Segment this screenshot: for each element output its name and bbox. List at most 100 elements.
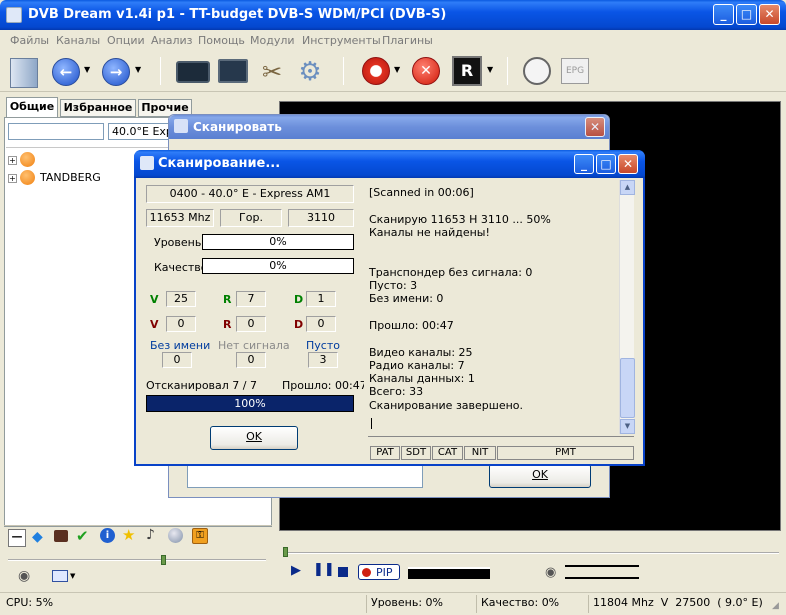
table-tab-sdt[interactable]: SDT <box>401 446 431 460</box>
satellite-orange-icon <box>20 152 35 167</box>
channel-list-icon[interactable] <box>10 58 38 88</box>
quality-bar: 0% <box>202 258 354 274</box>
menu-files[interactable]: Файлы <box>10 34 49 47</box>
menu-analysis[interactable]: Анализ <box>151 34 193 47</box>
scan-setup-title-bar[interactable]: Сканировать ✕ <box>169 115 609 139</box>
star-icon[interactable]: ★ <box>122 526 135 544</box>
resize-grip-icon[interactable]: ◢ <box>772 601 779 611</box>
quality-status: Качество: 0% <box>476 595 586 613</box>
close-button[interactable]: ✕ <box>759 4 780 25</box>
recorder-icon[interactable]: R <box>452 56 482 86</box>
symbol-rate-display: 3110 <box>288 209 354 227</box>
scan-setup-textarea[interactable] <box>187 464 423 488</box>
scanning-dialog: Сканирование... _ □ ✕ 0400 - 40.0° E - E… <box>134 150 645 466</box>
scroll-thumb[interactable] <box>620 358 635 418</box>
menu-plugins[interactable]: Плагины <box>382 34 433 47</box>
log-separator <box>368 436 634 437</box>
expand-icon[interactable]: + <box>8 156 17 165</box>
table-tab-nit[interactable]: NIT <box>464 446 496 460</box>
log-scrollbar[interactable]: ▲ ▼ <box>619 180 635 434</box>
volume-bars[interactable] <box>565 565 639 579</box>
scroll-down-icon[interactable]: ▼ <box>620 419 635 434</box>
volume-slider-thumb[interactable] <box>161 555 166 565</box>
log-line: [Scanned in 00:06] <box>369 186 474 199</box>
aspect-dropdown-icon[interactable]: ▼ <box>70 572 75 580</box>
volume-slider[interactable] <box>8 555 266 565</box>
seek-slider[interactable] <box>283 547 779 557</box>
scan-setup-close-button[interactable]: ✕ <box>585 117 605 137</box>
tree-item[interactable]: + TANDBERG <box>6 170 126 186</box>
table-tab-pmt[interactable]: PMT <box>497 446 634 460</box>
film-icon[interactable] <box>54 530 68 542</box>
stop-icon[interactable] <box>338 567 348 577</box>
toolbar: ← ▼ → ▼ ✂ ⚙ ▼ ✕ R ▼ EPG <box>0 50 786 92</box>
filter-input[interactable] <box>8 123 104 140</box>
globe-icon[interactable] <box>168 528 183 543</box>
pip-label: PIP <box>376 566 393 579</box>
tab-general[interactable]: Общие <box>6 97 58 117</box>
frequency-display: 11653 Mhz <box>146 209 214 227</box>
log-line: Каналы данных: 1 <box>369 372 475 386</box>
scan-setup-ok-button[interactable]: OK <box>489 464 591 488</box>
minus-icon[interactable]: — <box>8 529 26 547</box>
clock-icon[interactable] <box>523 57 551 85</box>
tab-favorites[interactable]: Избранное <box>60 99 136 117</box>
music-note-icon[interactable]: ♪ <box>146 527 155 543</box>
minimize-button[interactable]: _ <box>713 4 734 25</box>
text-cursor <box>371 418 372 429</box>
diamond-icon[interactable]: ◆ <box>32 529 43 545</box>
table-tab-pat[interactable]: PAT <box>370 446 400 460</box>
scanning-close-button[interactable]: ✕ <box>618 154 638 174</box>
recorder-dropdown-icon[interactable]: ▼ <box>487 65 493 74</box>
log-line: Сканирование завершено. <box>369 398 524 412</box>
menu-modules[interactable]: Модули <box>250 34 295 47</box>
pause-icon[interactable]: ❚❚ <box>313 562 335 577</box>
main-title-bar[interactable]: DVB Dream v1.4i p1 - TT-budget DVB-S WDM… <box>0 0 786 30</box>
menu-channels[interactable]: Каналы <box>56 34 100 47</box>
log-line: Прошло: 00:47 <box>369 318 454 332</box>
scanning-title-bar[interactable]: Сканирование... _ □ ✕ <box>134 150 645 178</box>
key-icon[interactable]: ⚿ <box>192 528 208 544</box>
pip-button[interactable]: PIP <box>358 564 400 580</box>
table-tab-cat[interactable]: CAT <box>432 446 463 460</box>
noname-count: 0 <box>162 352 192 368</box>
back-button[interactable]: ← <box>52 58 80 86</box>
epg-icon[interactable]: EPG <box>561 58 589 84</box>
speaker-icon[interactable]: ◉ <box>18 568 30 584</box>
menu-tools[interactable]: Инструменты <box>302 34 381 47</box>
status-bar: CPU: 5% Уровень: 0% Качество: 0% 11804 M… <box>0 592 786 615</box>
menu-options[interactable]: Опции <box>107 34 145 47</box>
scroll-up-icon[interactable]: ▲ <box>620 180 635 195</box>
scanning-ok-button[interactable]: OK <box>210 426 298 450</box>
data-found-letter: D <box>294 293 304 306</box>
stop-button[interactable]: ✕ <box>412 57 440 85</box>
record-button[interactable] <box>362 57 390 85</box>
scan-log[interactable]: [Scanned in 00:06] Сканирую 11653 H 3110 … <box>364 180 636 434</box>
tv-screen-icon[interactable] <box>176 61 210 83</box>
forward-button[interactable]: → <box>102 58 130 86</box>
expand-icon[interactable]: + <box>8 174 17 183</box>
seek-slider-thumb[interactable] <box>283 547 288 557</box>
record-dropdown-icon[interactable]: ▼ <box>394 65 400 74</box>
scanning-minimize-button[interactable]: _ <box>574 154 594 174</box>
log-line: Сканирую 11653 H 3110 ... 50% <box>369 212 551 226</box>
forward-dropdown-icon[interactable]: ▼ <box>135 65 141 74</box>
aspect-ratio-icon[interactable] <box>52 570 68 582</box>
tools-icon[interactable]: ✂ <box>258 57 286 87</box>
scanning-maximize-button[interactable]: □ <box>596 154 616 174</box>
maximize-button[interactable]: □ <box>736 4 757 25</box>
info-icon[interactable]: i <box>100 528 115 543</box>
balance-icon[interactable]: ◉ <box>545 565 556 580</box>
log-line: Всего: 33 <box>369 385 424 399</box>
play-icon[interactable]: ▶ <box>291 563 301 578</box>
menu-help[interactable]: Помощь <box>198 34 245 47</box>
log-line: Видео каналы: 25 <box>369 345 473 359</box>
tree-item[interactable]: + <box>6 152 126 168</box>
monitor-icon[interactable] <box>218 59 248 83</box>
back-dropdown-icon[interactable]: ▼ <box>84 65 90 74</box>
checkmark-icon[interactable]: ✔ <box>76 527 89 545</box>
settings-gear-icon[interactable]: ⚙ <box>296 57 324 87</box>
empty-count: 3 <box>308 352 338 368</box>
nosignal-count: 0 <box>236 352 266 368</box>
